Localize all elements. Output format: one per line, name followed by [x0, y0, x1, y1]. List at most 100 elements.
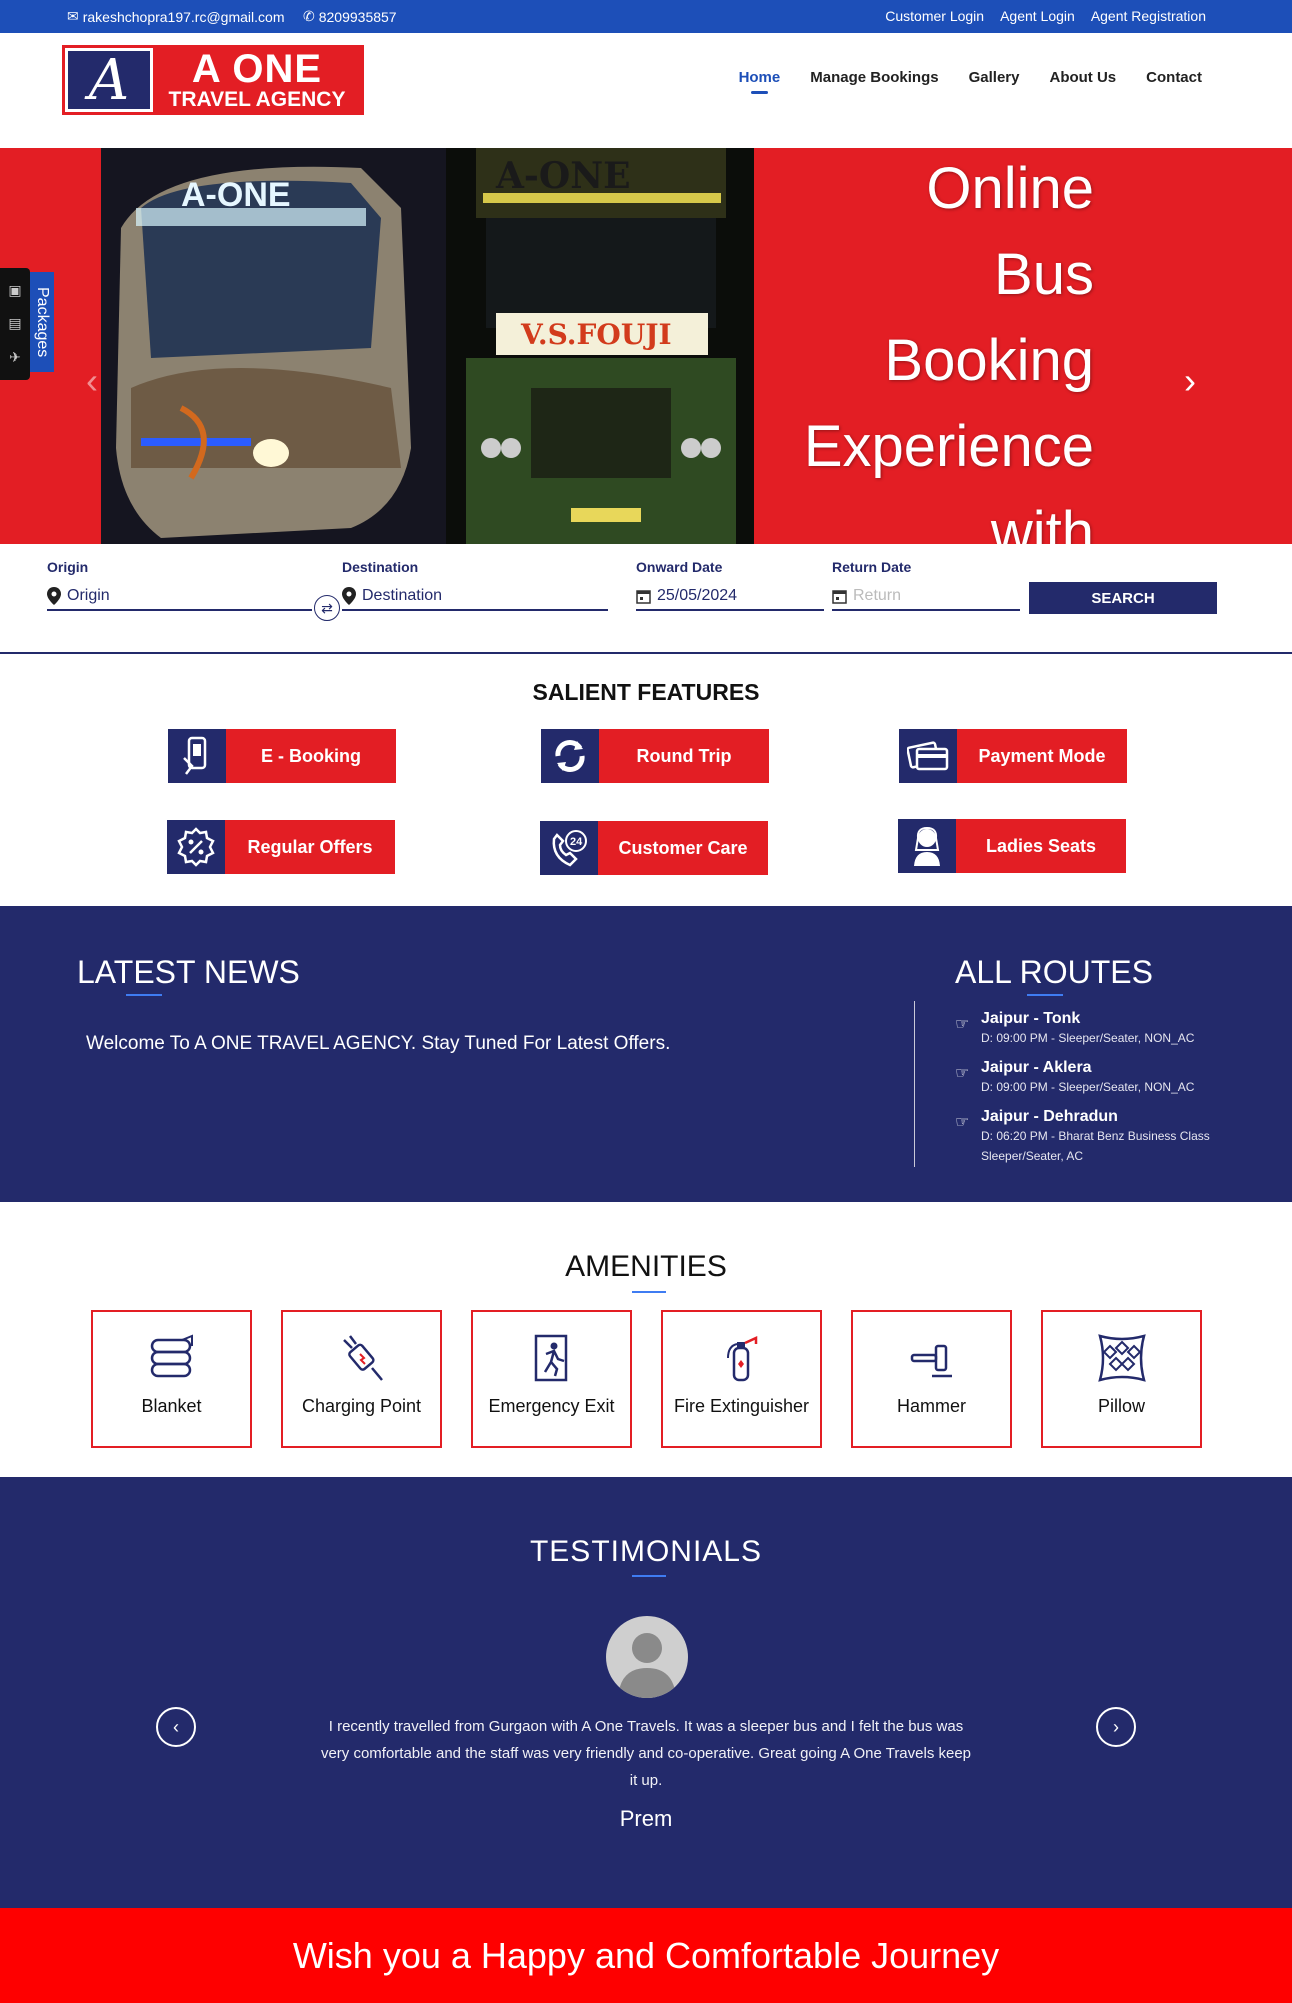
feature-label: Regular Offers	[225, 820, 395, 874]
feature-round-trip[interactable]: Round Trip	[541, 729, 769, 783]
hero-caption-line-3: Booking	[884, 328, 1094, 393]
origin-label: Origin	[47, 559, 89, 575]
origin-field: Origin Origin	[47, 544, 312, 611]
onward-date-input[interactable]: 25/05/2024	[636, 583, 824, 611]
onward-date-field: Onward Date 25/05/2024	[636, 544, 824, 611]
car-icon: ▤	[8, 315, 22, 332]
route-item[interactable]: ☞ Jaipur - Dehradun D: 06:20 PM - Bharat…	[955, 1108, 1215, 1166]
hammer-icon	[910, 1344, 952, 1378]
testimonial-prev-icon[interactable]: ‹	[156, 1707, 196, 1747]
nav-contact[interactable]: Contact	[1146, 69, 1202, 94]
destination-label: Destination	[342, 559, 419, 575]
return-date-label: Return Date	[832, 559, 912, 575]
right-bus-sign: V.S.FOUJI	[520, 318, 672, 351]
title-underline	[1027, 994, 1063, 996]
origin-placeholder: Origin	[67, 587, 110, 604]
testimonials-title: TESTIMONIALS	[529, 1535, 763, 1568]
support-24-icon: 24	[540, 821, 598, 875]
phone-icon: ✆	[303, 8, 315, 24]
email-contact[interactable]: ✉ rakeshchopra197.rc@gmail.com	[67, 8, 284, 25]
amenity-name: Pillow	[1097, 1396, 1145, 1416]
destination-placeholder: Destination	[362, 587, 443, 604]
pointing-hand-icon: ☞	[955, 1065, 970, 1082]
amenity-name: Hammer	[896, 1396, 966, 1416]
hero-caption-line-4: Experience	[803, 414, 1094, 479]
envelope-icon: ✉	[67, 8, 79, 24]
pointing-hand-icon: ☞	[955, 1016, 970, 1033]
return-date-input[interactable]: Return	[832, 583, 1020, 611]
emergency-exit-icon	[534, 1334, 567, 1382]
left-bus-sign: A-ONE	[181, 176, 291, 214]
slider-next-icon[interactable]: ›	[1184, 363, 1196, 399]
amenity-name: Charging Point	[301, 1396, 422, 1416]
customer-login-link[interactable]: Customer Login	[885, 8, 984, 24]
search-button[interactable]: SEARCH	[1029, 582, 1217, 614]
packages-side-tab[interactable]: ▣ ▤ ✈ Packages	[0, 268, 56, 380]
route-name: Jaipur - Dehradun	[981, 1108, 1118, 1125]
amenity-hammer: Hammer	[851, 1310, 1012, 1448]
mobile-booking-icon	[168, 729, 226, 783]
feature-ladies-seats[interactable]: Ladies Seats	[898, 819, 1126, 873]
route-item[interactable]: ☞ Jaipur - Aklera D: 09:00 PM - Sleeper/…	[955, 1059, 1215, 1097]
slider-prev-icon[interactable]: ‹	[86, 363, 98, 399]
feature-e-booking[interactable]: E - Booking	[168, 729, 396, 783]
nav-about-us[interactable]: About Us	[1049, 69, 1116, 94]
amenity-name: Blanket	[141, 1396, 202, 1416]
nav-home[interactable]: Home	[739, 69, 780, 94]
testimonial-author: Prem	[619, 1806, 673, 1831]
pillow-icon	[1097, 1334, 1146, 1382]
amenity-pillow: Pillow	[1041, 1310, 1202, 1448]
route-item[interactable]: ☞ Jaipur - Tonk D: 09:00 PM - Sleeper/Se…	[955, 1010, 1215, 1048]
logo-mark: A	[65, 48, 153, 113]
top-links: Customer Login Agent Login Agent Registr…	[885, 8, 1206, 24]
nav-gallery[interactable]: Gallery	[969, 69, 1020, 94]
feature-label: Round Trip	[599, 729, 769, 783]
feature-customer-care[interactable]: 24 Customer Care	[540, 821, 768, 875]
packages-label[interactable]: Packages	[30, 272, 54, 372]
discount-badge-icon	[167, 820, 225, 874]
right-bus-top-sign: A-ONE	[495, 155, 631, 197]
swap-locations-icon[interactable]: ⇄	[314, 595, 340, 621]
destination-field: Destination Destination	[342, 544, 608, 611]
feature-label: Payment Mode	[957, 729, 1127, 783]
logo-line-1: A ONE	[191, 47, 323, 91]
plane-icon: ✈	[9, 348, 21, 365]
user-silhouette-icon	[618, 1633, 676, 1698]
hero-caption-line-1: Online	[926, 156, 1094, 221]
main-nav: Home Manage Bookings Gallery About Us Co…	[739, 69, 1202, 94]
calendar-icon	[832, 589, 847, 604]
brand-logo[interactable]: A A ONE TRAVEL AGENCY	[62, 45, 364, 115]
map-pin-icon	[342, 587, 356, 605]
feature-regular-offers[interactable]: Regular Offers	[167, 820, 395, 874]
nav-manage-bookings[interactable]: Manage Bookings	[810, 69, 938, 94]
return-date-placeholder: Return	[853, 587, 902, 604]
route-name: Jaipur - Aklera	[981, 1059, 1092, 1076]
phone-text: 8209935857	[318, 8, 397, 25]
amenity-fire-extinguisher: Fire Extinguisher	[661, 1310, 822, 1448]
amenity-emergency-exit: Emergency Exit	[471, 1310, 632, 1448]
agent-login-link[interactable]: Agent Login	[1000, 8, 1075, 24]
amenity-name: Emergency Exit	[488, 1396, 615, 1416]
svg-text:24: 24	[570, 836, 583, 848]
charging-plug-icon	[342, 1335, 383, 1381]
phone-contact[interactable]: ✆ 8209935857	[303, 8, 397, 25]
credit-card-icon	[899, 729, 957, 783]
hero-caption-line-5: with	[990, 500, 1094, 544]
hero-bus-photo: A-ONE A-ONE V.S.FOUJI	[101, 148, 754, 544]
testimonial-next-icon[interactable]: ›	[1096, 1707, 1136, 1747]
amenity-blanket: Blanket	[91, 1310, 252, 1448]
route-detail: D: 09:00 PM - Sleeper/Seater, NON_AC	[981, 1080, 1195, 1094]
amenity-name: Fire Extinguisher	[673, 1396, 810, 1416]
feature-payment-mode[interactable]: Payment Mode	[899, 729, 1127, 783]
route-detail: D: 06:20 PM - Bharat Benz Business Class…	[981, 1129, 1210, 1163]
all-routes-title: ALL ROUTES	[955, 954, 1153, 990]
origin-input[interactable]: Origin	[47, 583, 312, 611]
title-underline	[632, 1291, 666, 1293]
amenities-title: AMENITIES	[565, 1250, 727, 1283]
destination-input[interactable]: Destination	[342, 583, 608, 611]
agent-registration-link[interactable]: Agent Registration	[1091, 8, 1206, 24]
feature-label: Ladies Seats	[956, 819, 1126, 873]
packages-icons: ▣ ▤ ✈	[0, 268, 30, 380]
route-name: Jaipur - Tonk	[981, 1010, 1081, 1027]
testimonial-quote: I recently travelled from Gurgaon with A…	[320, 1718, 972, 1789]
